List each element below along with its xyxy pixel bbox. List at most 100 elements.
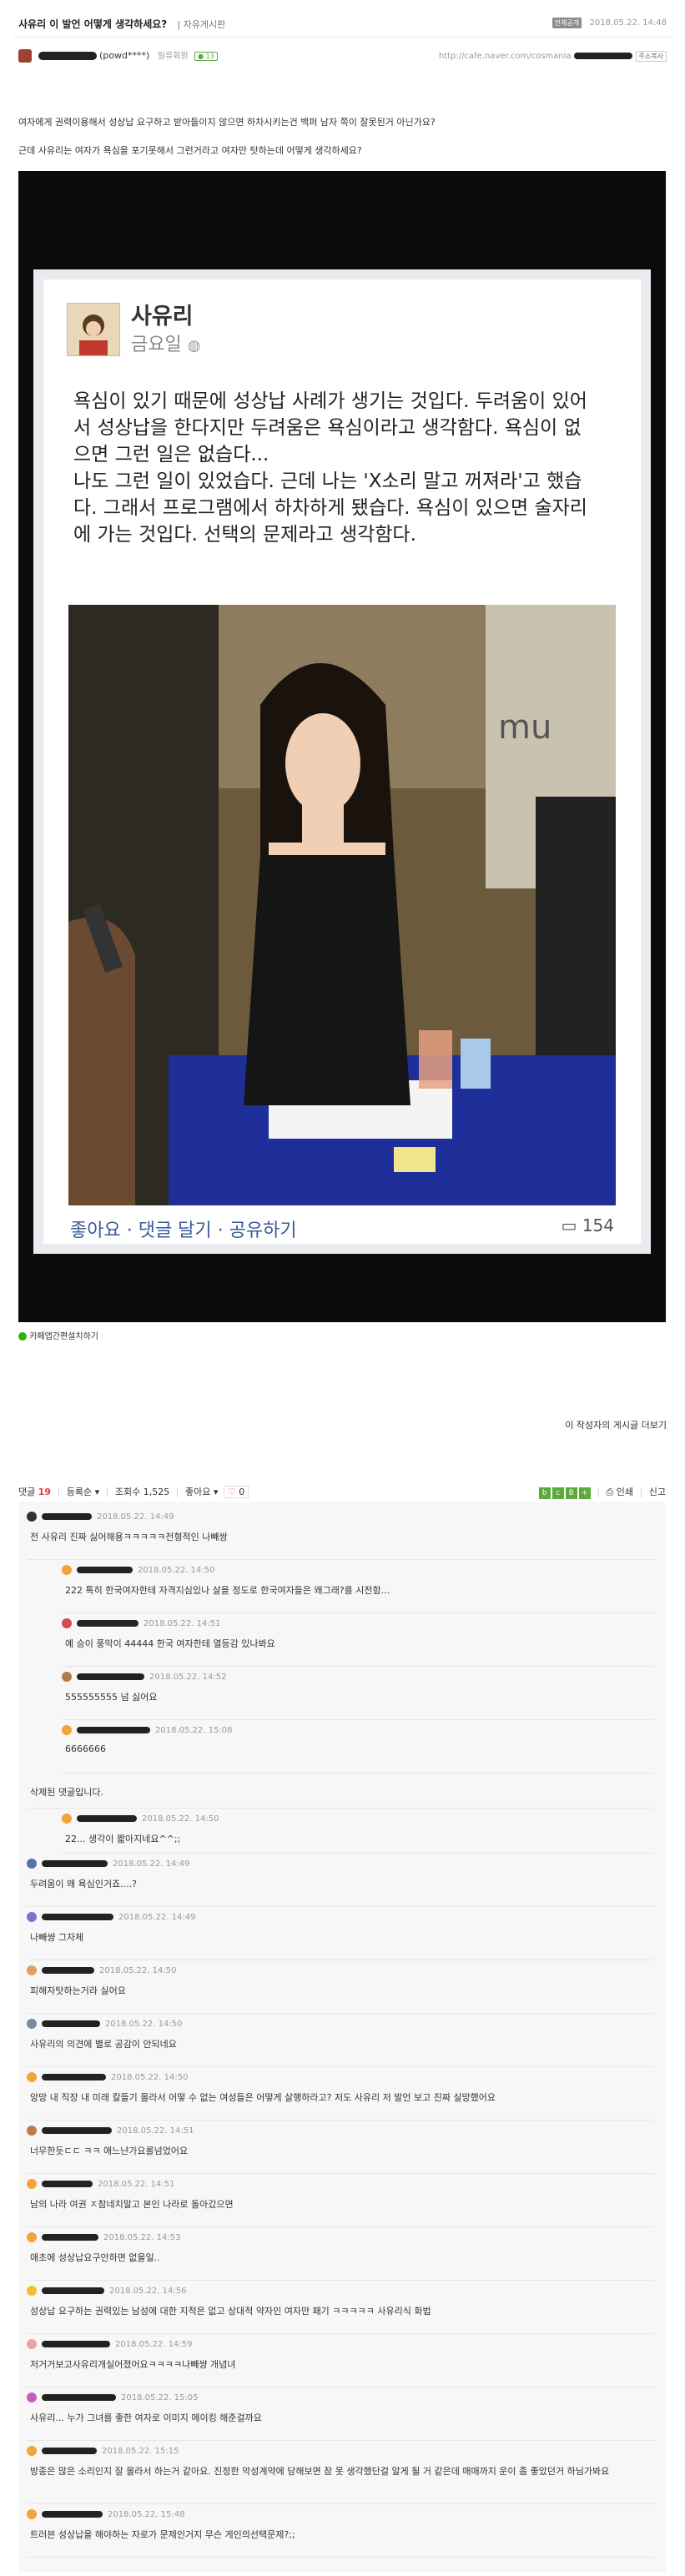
report-button[interactable]: 신고 [649,1487,666,1497]
comment-text: 두려움이 왜 욕심인거죠....? [30,1879,138,1889]
commenter-avatar[interactable] [27,1912,37,1922]
comment-time: 2018.05.22. 14:49 [118,1913,196,1922]
commenter-name-redacted[interactable] [42,2287,104,2294]
commenter-name-redacted[interactable] [42,2394,116,2401]
author-nickname[interactable]: (powd****) [99,50,149,61]
commenter-avatar[interactable] [62,1725,72,1735]
comment-item: 2018.05.22. 14:56 성상납 요구하는 권력있는 남성에 대한 지적… [18,2281,666,2334]
fb-photo: mu [68,605,616,1205]
reply-item: 2018.05.22. 14:50 22... 생각이 짧아지네요^^;; [18,1809,666,1854]
comment-item: 2018.05.22. 14:59 저거거보고사유리개실어졌어요ㅋㅋㅋㅋ나빼썅 개… [18,2334,666,2387]
comment-text: 6666666 [65,1743,106,1754]
commenter-avatar[interactable] [27,2286,37,2296]
commenter-name-redacted[interactable] [77,1727,150,1733]
commenter-avatar[interactable] [27,2019,37,2029]
comment-item: 2018.05.22. 14:51 너무한듯ㄷㄷ ㅋㅋ 애느냔가요롤넘었어요 [18,2121,666,2174]
print-icon: ⎙ [606,1487,614,1497]
commenter-avatar[interactable] [27,2232,37,2242]
more-by-author-link[interactable]: 이 작성자의 게시글 더보기 [565,1418,667,1431]
commenter-avatar[interactable] [62,1672,72,1682]
commenter-name-redacted[interactable] [42,2448,97,2454]
commenter-name-redacted[interactable] [77,1673,144,1680]
commenter-name-redacted[interactable] [42,2511,103,2518]
commenter-name-redacted[interactable] [42,2181,93,2187]
member-level: 일류회원 [157,52,189,61]
body-line-1: 여자에게 권력이용해서 성상납 요구하고 받아들이지 않으면 하차시키는건 백퍼… [18,117,436,128]
comment-time: 2018.05.22. 14:52 [149,1673,227,1682]
comment-item: 2018.05.22. 14:50 사유리의 의견에 별로 공감이 안되네요 [18,2014,666,2067]
board-name-link[interactable]: | 자유게시판 [177,19,225,30]
comment-item: 2018.05.22. 14:51 남의 나라 여권 ㅈ참네치말고 본인 나라로 … [18,2174,666,2227]
comment-time: 2018.05.22. 14:53 [103,2233,181,2242]
comment-item: 2018.05.22. 15:15 방종은 많은 소리인지 잘 몰라서 하는거 같… [18,2441,666,2504]
commenter-name-redacted[interactable] [42,1513,92,1520]
commenter-avatar[interactable] [27,2179,37,2189]
cafe-app-link[interactable]: 카페앱간편설치하기 [18,1329,98,1341]
commenter-avatar[interactable] [27,2339,37,2349]
comment-time: 2018.05.22. 14:51 [117,2126,194,2136]
comment-meta: 2018.05.22. 14:56 [27,2286,186,2296]
fb-name: 사유리 [131,304,194,330]
commenter-name-redacted[interactable] [77,1567,133,1573]
commenter-name-redacted[interactable] [42,2020,100,2027]
commenter-avatar[interactable] [27,1512,37,1522]
commenter-name-redacted[interactable] [42,1860,108,1867]
print-button[interactable]: ⎙ 인쇄 [606,1487,633,1497]
share-more-icon[interactable]: + [578,1487,591,1499]
share-band-icon[interactable]: B [565,1487,577,1499]
comment-meta: 2018.05.22. 14:49 [27,1912,195,1922]
commenter-avatar[interactable] [27,2446,37,2456]
comment-meta: 2018.05.22. 14:49 [27,1859,189,1869]
commenter-name-redacted[interactable] [77,1620,139,1627]
fb-day: 금요일 ◍ [131,335,201,355]
copy-url-button[interactable]: 주소복사 [635,51,667,62]
author-avatar [18,49,32,63]
commenter-name-redacted[interactable] [42,2234,98,2241]
svg-text:mu: mu [498,708,552,747]
comment-item: 2018.05.22. 14:49 두려움이 왜 욕심인거죠....? [18,1854,666,1907]
comment-time: 2018.05.22. 14:49 [97,1512,174,1522]
level-badge: ● 13 [194,52,218,61]
comment-meta: 2018.05.22. 15:08 [62,1725,232,1735]
naver-cafe-icon [18,1332,27,1341]
post-title-text: 사유리 이 발언 어떻게 생각하세요? [18,18,168,30]
commenter-avatar[interactable] [27,2392,37,2402]
share-blog-icon[interactable]: b [538,1487,551,1499]
comment-icon: ▭ [561,1215,577,1235]
commenter-name-redacted[interactable] [42,2074,106,2080]
comment-item: 2018.05.22. 14:50 피해자탓하는거라 싫어요 [18,1960,666,2014]
author-row: (powd****) 일류회원 ● 13 [18,48,218,63]
post-url-text[interactable]: http://cafe.naver.com/cosmania [439,52,572,61]
comment-text: 555555555 넘 싫어요 [65,1692,158,1703]
commenter-name-redacted[interactable] [42,2341,110,2347]
commenter-name-redacted[interactable] [77,1815,137,1822]
url-redacted [574,53,633,59]
commenter-name-redacted[interactable] [42,1967,94,1974]
sort-dropdown[interactable]: 등록순 ▾ [67,1487,99,1497]
commenter-avatar[interactable] [62,1618,72,1628]
comment-meta: 2018.05.22. 15:15 [27,2446,179,2456]
commenter-name-redacted[interactable] [42,1914,113,1920]
commenter-avatar[interactable] [27,1965,37,1975]
commenter-name-redacted[interactable] [42,2127,112,2134]
share-cafe-icon[interactable]: c [552,1487,564,1499]
like-button[interactable]: 좋아요 ▾ [185,1487,218,1497]
commenter-avatar[interactable] [62,1814,72,1824]
commenter-avatar[interactable] [27,2126,37,2136]
comment-time: 2018.05.22. 15:48 [108,2510,185,2519]
comment-time: 2018.05.22. 14:50 [105,2020,183,2029]
comment-text: 애초에 성상납요구안하면 없을일.. [30,2252,160,2263]
post-url: http://cafe.naver.com/cosmania 주소복사 [439,50,667,62]
comment-meta: 2018.05.22. 14:50 [27,2072,188,2082]
comment-text: 피해자탓하는거라 싫어요 [30,1985,126,1996]
commenter-avatar[interactable] [27,1859,37,1869]
post-meta: 전체공개 2018.05.22. 14:48 [552,17,667,28]
commenter-avatar[interactable] [62,1565,72,1575]
comment-text: 나빼썅 그자체 [30,1932,84,1943]
comment-time: 2018.05.22. 14:50 [142,1814,219,1824]
comment-item: 2018.05.22. 14:49 전 사유리 진짜 싫어해용ㅋㅋㅋㅋㅋ전형적인 … [18,1507,666,1560]
comment-meta: 2018.05.22. 14:52 [62,1672,226,1682]
commenter-avatar[interactable] [27,2509,37,2519]
commenter-avatar[interactable] [27,2072,37,2082]
comment-time: 2018.05.22. 15:08 [155,1726,233,1735]
